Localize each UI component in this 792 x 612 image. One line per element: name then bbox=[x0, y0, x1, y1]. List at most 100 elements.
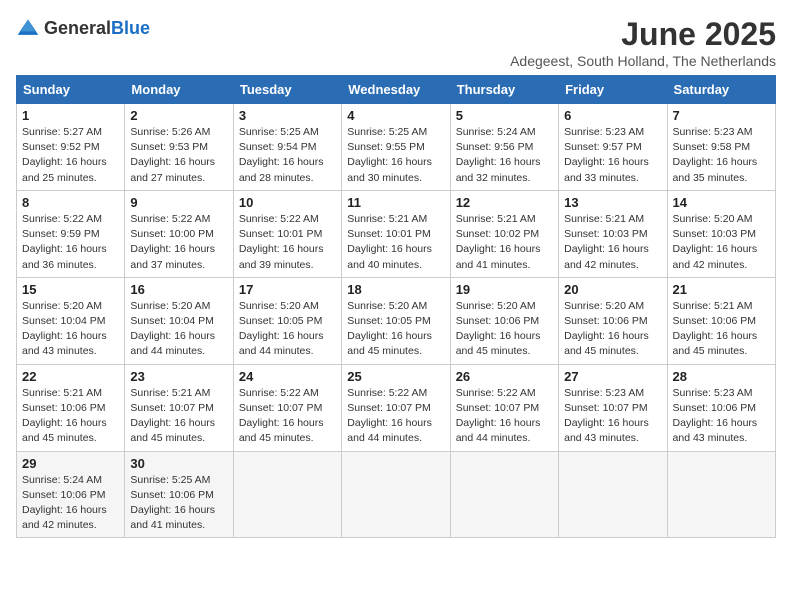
day-info: Sunrise: 5:20 AMSunset: 10:04 PMDaylight… bbox=[22, 299, 119, 360]
calendar-cell: 17 Sunrise: 5:20 AMSunset: 10:05 PMDaylig… bbox=[233, 277, 341, 364]
day-info: Sunrise: 5:20 AMSunset: 10:06 PMDaylight… bbox=[564, 299, 661, 360]
calendar-cell bbox=[342, 451, 450, 538]
logo-text-general: General bbox=[44, 18, 111, 38]
day-info: Sunrise: 5:20 AMSunset: 10:05 PMDaylight… bbox=[239, 299, 336, 360]
day-number: 5 bbox=[456, 108, 553, 123]
day-number: 7 bbox=[673, 108, 770, 123]
calendar-cell: 18 Sunrise: 5:20 AMSunset: 10:05 PMDaylig… bbox=[342, 277, 450, 364]
day-info: Sunrise: 5:23 AMSunset: 9:58 PMDaylight:… bbox=[673, 125, 770, 186]
day-info: Sunrise: 5:23 AMSunset: 9:57 PMDaylight:… bbox=[564, 125, 661, 186]
calendar-cell bbox=[559, 451, 667, 538]
calendar-cell: 7 Sunrise: 5:23 AMSunset: 9:58 PMDaylight… bbox=[667, 104, 775, 191]
day-number: 12 bbox=[456, 195, 553, 210]
day-info: Sunrise: 5:20 AMSunset: 10:04 PMDaylight… bbox=[130, 299, 227, 360]
calendar-cell: 19 Sunrise: 5:20 AMSunset: 10:06 PMDaylig… bbox=[450, 277, 558, 364]
day-info: Sunrise: 5:24 AMSunset: 10:06 PMDaylight… bbox=[22, 473, 119, 534]
day-number: 19 bbox=[456, 282, 553, 297]
calendar-header-row: SundayMondayTuesdayWednesdayThursdayFrid… bbox=[17, 76, 776, 104]
day-info: Sunrise: 5:22 AMSunset: 10:07 PMDaylight… bbox=[456, 386, 553, 447]
calendar-cell: 23Sunrise: 5:21 AMSunset: 10:07 PMDaylig… bbox=[125, 364, 233, 451]
day-info: Sunrise: 5:21 AMSunset: 10:03 PMDaylight… bbox=[564, 212, 661, 273]
day-info: Sunrise: 5:27 AMSunset: 9:52 PMDaylight:… bbox=[22, 125, 119, 186]
calendar-cell: 5 Sunrise: 5:24 AMSunset: 9:56 PMDaylight… bbox=[450, 104, 558, 191]
weekday-header: Monday bbox=[125, 76, 233, 104]
day-info: Sunrise: 5:24 AMSunset: 9:56 PMDaylight:… bbox=[456, 125, 553, 186]
day-info: Sunrise: 5:25 AMSunset: 9:55 PMDaylight:… bbox=[347, 125, 444, 186]
calendar-cell: 29Sunrise: 5:24 AMSunset: 10:06 PMDaylig… bbox=[17, 451, 125, 538]
day-number: 22 bbox=[22, 369, 119, 384]
month-title: June 2025 bbox=[510, 16, 776, 53]
day-number: 30 bbox=[130, 456, 227, 471]
day-number: 15 bbox=[22, 282, 119, 297]
calendar-cell: 22 Sunrise: 5:21 AMSunset: 10:06 PMDaylig… bbox=[17, 364, 125, 451]
day-info: Sunrise: 5:23 AMSunset: 10:07 PMDaylight… bbox=[564, 386, 661, 447]
logo-text-blue: Blue bbox=[111, 18, 150, 38]
day-number: 27 bbox=[564, 369, 661, 384]
calendar-cell bbox=[233, 451, 341, 538]
day-info: Sunrise: 5:22 AMSunset: 10:00 PMDaylight… bbox=[130, 212, 227, 273]
calendar-cell: 8Sunrise: 5:22 AMSunset: 9:59 PMDaylight… bbox=[17, 190, 125, 277]
calendar-cell: 21 Sunrise: 5:21 AMSunset: 10:06 PMDaylig… bbox=[667, 277, 775, 364]
day-number: 9 bbox=[130, 195, 227, 210]
logo: GeneralBlue bbox=[16, 16, 150, 40]
day-info: Sunrise: 5:20 AMSunset: 10:06 PMDaylight… bbox=[456, 299, 553, 360]
day-info: Sunrise: 5:25 AMSunset: 10:06 PMDaylight… bbox=[130, 473, 227, 534]
day-number: 18 bbox=[347, 282, 444, 297]
calendar-cell: 16 Sunrise: 5:20 AMSunset: 10:04 PMDaylig… bbox=[125, 277, 233, 364]
day-info: Sunrise: 5:21 AMSunset: 10:07 PMDaylight… bbox=[130, 386, 227, 447]
day-number: 11 bbox=[347, 195, 444, 210]
weekday-header: Wednesday bbox=[342, 76, 450, 104]
calendar-cell bbox=[667, 451, 775, 538]
day-info: Sunrise: 5:22 AMSunset: 9:59 PMDaylight:… bbox=[22, 212, 119, 273]
calendar-week-row: 15 Sunrise: 5:20 AMSunset: 10:04 PMDaylig… bbox=[17, 277, 776, 364]
day-number: 10 bbox=[239, 195, 336, 210]
calendar-cell bbox=[450, 451, 558, 538]
day-info: Sunrise: 5:23 AMSunset: 10:06 PMDaylight… bbox=[673, 386, 770, 447]
calendar-cell: 1 Sunrise: 5:27 AMSunset: 9:52 PMDaylight… bbox=[17, 104, 125, 191]
day-info: Sunrise: 5:21 AMSunset: 10:06 PMDaylight… bbox=[22, 386, 119, 447]
day-info: Sunrise: 5:21 AMSunset: 10:01 PMDaylight… bbox=[347, 212, 444, 273]
day-info: Sunrise: 5:21 AMSunset: 10:06 PMDaylight… bbox=[673, 299, 770, 360]
day-number: 3 bbox=[239, 108, 336, 123]
calendar-cell: 12 Sunrise: 5:21 AMSunset: 10:02 PMDaylig… bbox=[450, 190, 558, 277]
day-number: 26 bbox=[456, 369, 553, 384]
day-info: Sunrise: 5:21 AMSunset: 10:02 PMDaylight… bbox=[456, 212, 553, 273]
weekday-header: Thursday bbox=[450, 76, 558, 104]
day-number: 17 bbox=[239, 282, 336, 297]
calendar-cell: 10 Sunrise: 5:22 AMSunset: 10:01 PMDaylig… bbox=[233, 190, 341, 277]
calendar-cell: 4 Sunrise: 5:25 AMSunset: 9:55 PMDaylight… bbox=[342, 104, 450, 191]
day-number: 25 bbox=[347, 369, 444, 384]
calendar-week-row: 29Sunrise: 5:24 AMSunset: 10:06 PMDaylig… bbox=[17, 451, 776, 538]
day-number: 1 bbox=[22, 108, 119, 123]
calendar-cell: 15 Sunrise: 5:20 AMSunset: 10:04 PMDaylig… bbox=[17, 277, 125, 364]
calendar-cell: 27 Sunrise: 5:23 AMSunset: 10:07 PMDaylig… bbox=[559, 364, 667, 451]
calendar-table: SundayMondayTuesdayWednesdayThursdayFrid… bbox=[16, 75, 776, 538]
weekday-header: Friday bbox=[559, 76, 667, 104]
weekday-header: Sunday bbox=[17, 76, 125, 104]
day-number: 14 bbox=[673, 195, 770, 210]
day-number: 13 bbox=[564, 195, 661, 210]
logo-icon bbox=[16, 16, 40, 40]
day-info: Sunrise: 5:22 AMSunset: 10:01 PMDaylight… bbox=[239, 212, 336, 273]
day-info: Sunrise: 5:25 AMSunset: 9:54 PMDaylight:… bbox=[239, 125, 336, 186]
day-info: Sunrise: 5:20 AMSunset: 10:03 PMDaylight… bbox=[673, 212, 770, 273]
day-info: Sunrise: 5:26 AMSunset: 9:53 PMDaylight:… bbox=[130, 125, 227, 186]
calendar-cell: 24 Sunrise: 5:22 AMSunset: 10:07 PMDaylig… bbox=[233, 364, 341, 451]
day-number: 24 bbox=[239, 369, 336, 384]
day-info: Sunrise: 5:22 AMSunset: 10:07 PMDaylight… bbox=[239, 386, 336, 447]
calendar-cell: 11 Sunrise: 5:21 AMSunset: 10:01 PMDaylig… bbox=[342, 190, 450, 277]
weekday-header: Tuesday bbox=[233, 76, 341, 104]
day-number: 6 bbox=[564, 108, 661, 123]
calendar-cell: 3 Sunrise: 5:25 AMSunset: 9:54 PMDaylight… bbox=[233, 104, 341, 191]
day-number: 4 bbox=[347, 108, 444, 123]
calendar-cell: 14 Sunrise: 5:20 AMSunset: 10:03 PMDaylig… bbox=[667, 190, 775, 277]
day-number: 16 bbox=[130, 282, 227, 297]
day-info: Sunrise: 5:20 AMSunset: 10:05 PMDaylight… bbox=[347, 299, 444, 360]
day-number: 20 bbox=[564, 282, 661, 297]
calendar-cell: 20 Sunrise: 5:20 AMSunset: 10:06 PMDaylig… bbox=[559, 277, 667, 364]
calendar-cell: 9 Sunrise: 5:22 AMSunset: 10:00 PMDayligh… bbox=[125, 190, 233, 277]
day-number: 21 bbox=[673, 282, 770, 297]
calendar-cell: 25Sunrise: 5:22 AMSunset: 10:07 PMDaylig… bbox=[342, 364, 450, 451]
calendar-week-row: 22 Sunrise: 5:21 AMSunset: 10:06 PMDaylig… bbox=[17, 364, 776, 451]
calendar-cell: 30 Sunrise: 5:25 AMSunset: 10:06 PMDaylig… bbox=[125, 451, 233, 538]
